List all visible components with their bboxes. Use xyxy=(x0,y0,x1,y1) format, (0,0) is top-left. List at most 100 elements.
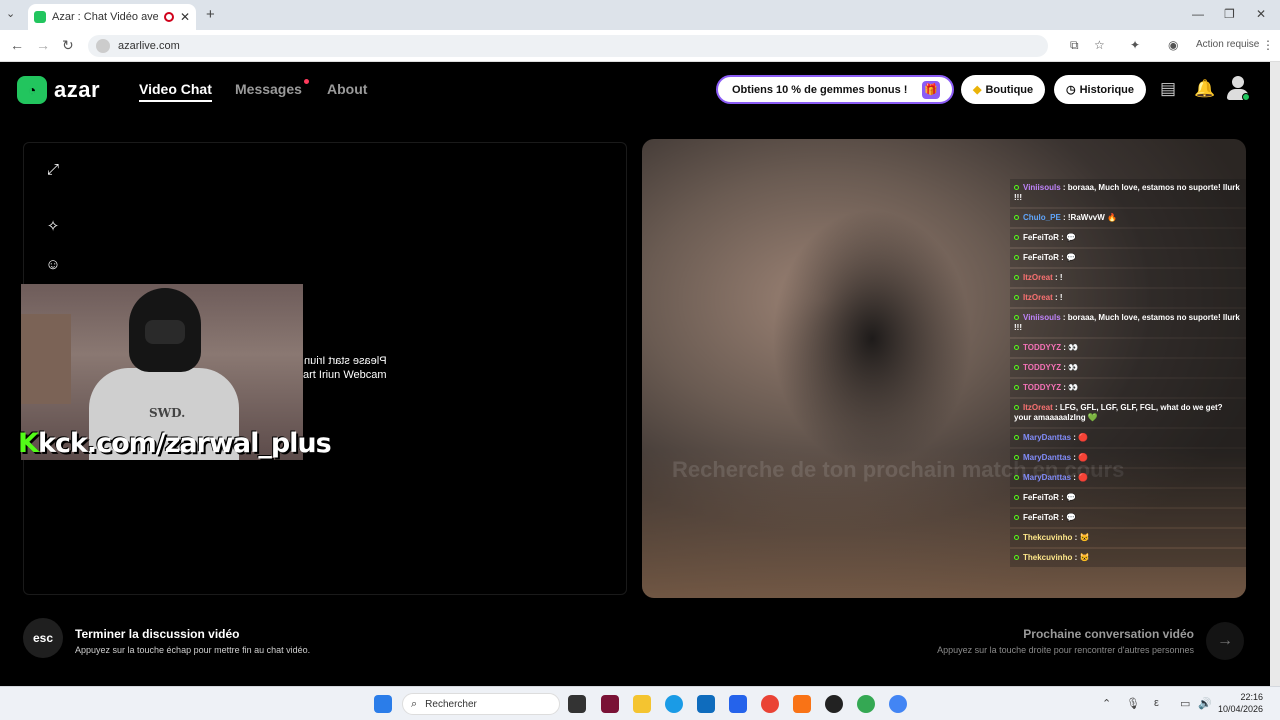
tray-mic-icon[interactable]: 🎙 xyxy=(1126,697,1140,710)
chat-badge-icon xyxy=(1014,535,1019,541)
install-app-icon[interactable]: ⧉ xyxy=(1070,38,1079,53)
historique-label: Historique xyxy=(1079,83,1135,96)
user-avatar[interactable] xyxy=(1227,76,1250,102)
chrome-profile-icon[interactable] xyxy=(857,695,875,713)
chat-text: 😺 xyxy=(1079,553,1090,562)
browser-tab[interactable]: Azar : Chat Vidéo avec de n ✕ xyxy=(28,4,196,30)
effects-wand-icon[interactable]: ✧ xyxy=(44,218,62,236)
chat-text: 😺 xyxy=(1079,533,1090,542)
chat-username: ItzOreat xyxy=(1023,273,1053,282)
obs-icon[interactable] xyxy=(825,695,843,713)
app-icon-1[interactable] xyxy=(601,695,619,713)
tray-language-icon[interactable]: ε xyxy=(1154,697,1159,709)
chat-badge-icon xyxy=(1014,295,1019,301)
back-icon[interactable]: ← xyxy=(10,37,24,53)
chat-message: Viniisouls : boraaa, Much love, estamos … xyxy=(1010,309,1246,337)
chat-badge-icon xyxy=(1014,365,1019,371)
browser-tabbar: ⌄ Azar : Chat Vidéo avec de n ✕ + — ❐ ✕ xyxy=(0,0,1280,30)
azar-logo[interactable]: ◔ azar xyxy=(17,76,100,104)
site-info-icon[interactable] xyxy=(96,39,110,53)
chat-username: MaryDanttas xyxy=(1023,433,1072,442)
chat-badge-icon xyxy=(1014,185,1019,191)
taskbar-search[interactable]: ⌕ Rechercher xyxy=(402,693,560,715)
chat-message: TODDYYZ : 👀 xyxy=(1010,339,1246,357)
outlook-icon[interactable] xyxy=(729,695,747,713)
edge-icon[interactable] xyxy=(665,695,683,713)
browser-menu-icon[interactable]: ⋮ xyxy=(1262,38,1274,52)
search-icon: ⌕ xyxy=(411,697,418,710)
gift-icon: 🎁 xyxy=(922,81,940,99)
gems-promo-button[interactable]: Obtiens 10 % de gemmes bonus ! 🎁 xyxy=(716,75,954,104)
store-icon[interactable] xyxy=(697,695,715,713)
recording-icon xyxy=(163,12,174,22)
chat-text: 👀 xyxy=(1068,363,1079,372)
network-icon[interactable]: ▭ xyxy=(1180,697,1190,710)
chat-badge-icon xyxy=(1014,435,1019,441)
end-chat-title[interactable]: Terminer la discussion vidéo xyxy=(75,627,240,641)
page-scrollbar[interactable] xyxy=(1270,62,1280,686)
profile-icon[interactable]: ◉ xyxy=(1168,38,1178,52)
restore-icon[interactable]: ❐ xyxy=(1224,7,1235,21)
expand-icon[interactable]: ⤢ xyxy=(44,161,62,179)
chat-username: FeFeiToR xyxy=(1023,493,1059,502)
next-arrow-button[interactable]: → xyxy=(1206,622,1244,660)
chat-username: Viniisouls xyxy=(1023,183,1061,192)
nav-messages[interactable]: Messages xyxy=(235,81,302,97)
next-chat-title[interactable]: Prochaine conversation vidéo xyxy=(960,627,1194,641)
tab-list-chevron-icon[interactable]: ⌄ xyxy=(6,7,15,20)
chat-username: ItzOreat xyxy=(1023,403,1053,412)
esc-key-badge[interactable]: esc xyxy=(23,618,63,658)
nav-video-chat[interactable]: Video Chat xyxy=(139,81,212,102)
chat-message: FeFeiToR : 💬 xyxy=(1010,509,1246,527)
chat-message: Thekcuvinho : 😺 xyxy=(1010,549,1246,567)
chat-message: ItzOreat : ! xyxy=(1010,289,1246,307)
chrome-icon[interactable] xyxy=(761,695,779,713)
chat-text: 💬 xyxy=(1065,493,1076,502)
chat-text: 👀 xyxy=(1068,383,1079,392)
chat-username: Thekcuvinho xyxy=(1023,553,1073,562)
historique-button[interactable]: ◷ Historique xyxy=(1054,75,1147,104)
nav-about[interactable]: About xyxy=(327,81,367,97)
online-status-dot xyxy=(1242,93,1250,101)
close-window-icon[interactable]: ✕ xyxy=(1256,7,1266,21)
kick-overlay-text: Kkck.com/zarwal_plus xyxy=(18,428,332,459)
notification-bell-icon[interactable]: 🔔 xyxy=(1194,79,1215,99)
chat-message: MaryDanttas : 🔴 xyxy=(1010,429,1246,447)
minimize-icon[interactable]: — xyxy=(1192,7,1204,21)
chat-username: MaryDanttas xyxy=(1023,473,1072,482)
chat-username: MaryDanttas xyxy=(1023,453,1072,462)
chat-text: 👀 xyxy=(1068,343,1079,352)
close-tab-icon[interactable]: ✕ xyxy=(180,10,190,24)
action-required-button[interactable]: Action requise xyxy=(1196,39,1259,50)
reload-icon[interactable]: ↻ xyxy=(62,37,74,54)
extensions-icon[interactable]: ✦ xyxy=(1130,38,1140,52)
partner-video-panel: Recherche de ton prochain match en cours… xyxy=(642,139,1246,598)
forward-icon[interactable]: → xyxy=(36,37,50,53)
chat-username: Viniisouls xyxy=(1023,313,1061,322)
file-explorer-icon[interactable] xyxy=(633,695,651,713)
gem-icon: ◆ xyxy=(973,84,982,96)
boutique-label: Boutique xyxy=(985,83,1034,96)
task-view-icon[interactable] xyxy=(568,695,586,713)
chat-badge-icon xyxy=(1014,495,1019,501)
volume-icon[interactable]: 🔊 xyxy=(1198,697,1212,710)
new-tab-icon[interactable]: + xyxy=(206,6,215,23)
bookmark-star-icon[interactable]: ☆ xyxy=(1094,38,1105,52)
azar-logo-mark-icon: ◔ xyxy=(17,76,47,104)
microphone-app-icon[interactable] xyxy=(793,695,811,713)
chrome-active-icon[interactable] xyxy=(889,695,907,713)
boutique-button[interactable]: ◆ Boutique xyxy=(961,75,1046,104)
tray-overflow-icon[interactable]: ⌃ xyxy=(1102,697,1111,710)
windows-start-icon[interactable] xyxy=(374,695,392,713)
inbox-icon[interactable]: ▤ xyxy=(1160,79,1176,99)
chat-badge-icon xyxy=(1014,405,1019,411)
chat-text: 💬 xyxy=(1065,233,1076,242)
sticker-smile-icon[interactable]: ☺ xyxy=(44,256,62,274)
chat-text: !RaWvvW 🔥 xyxy=(1067,213,1117,222)
system-clock[interactable]: 22:16 10/04/2026 xyxy=(1218,691,1263,715)
tab-title: Azar : Chat Vidéo avec de n xyxy=(52,11,158,23)
address-bar[interactable]: azarlive.com xyxy=(88,35,1048,57)
azar-app: ◔ azar Video Chat Messages About Obtiens… xyxy=(0,62,1270,686)
history-clock-icon: ◷ xyxy=(1066,84,1076,96)
next-chat-hint: Appuyez sur la touche droite pour rencon… xyxy=(937,645,1194,655)
